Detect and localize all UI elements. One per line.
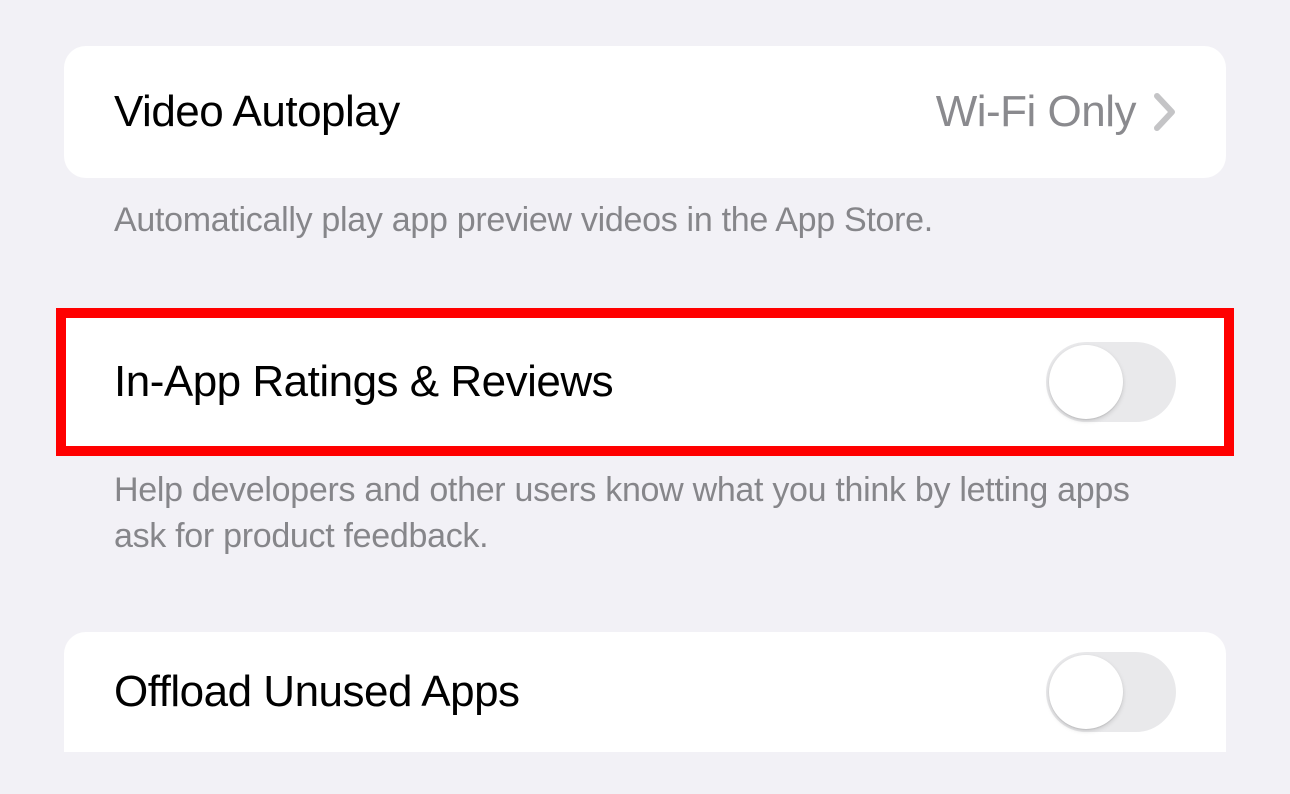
in-app-ratings-row[interactable]: In-App Ratings & Reviews — [64, 316, 1226, 448]
in-app-ratings-label: In-App Ratings & Reviews — [114, 357, 613, 407]
toggle-knob — [1049, 345, 1123, 419]
offload-unused-apps-row[interactable]: Offload Unused Apps — [64, 632, 1226, 752]
video-autoplay-row[interactable]: Video Autoplay Wi-Fi Only — [64, 46, 1226, 178]
in-app-ratings-toggle[interactable] — [1046, 342, 1176, 422]
video-autoplay-value: Wi-Fi Only — [936, 87, 1136, 137]
video-autoplay-value-container: Wi-Fi Only — [936, 87, 1176, 137]
in-app-ratings-footer: Help developers and other users know wha… — [64, 448, 1226, 560]
video-autoplay-label: Video Autoplay — [114, 87, 400, 137]
chevron-right-icon — [1154, 93, 1176, 131]
video-autoplay-footer: Automatically play app preview videos in… — [64, 178, 1226, 244]
offload-unused-apps-label: Offload Unused Apps — [114, 667, 520, 717]
toggle-knob — [1049, 655, 1123, 729]
offload-unused-apps-toggle[interactable] — [1046, 652, 1176, 732]
